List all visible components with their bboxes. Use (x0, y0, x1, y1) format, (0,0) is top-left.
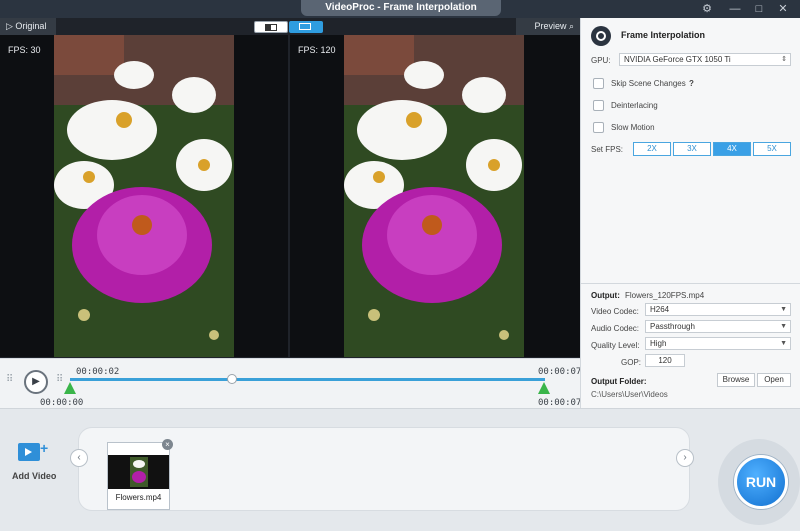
timeline-track[interactable] (70, 374, 545, 384)
trim-start-marker[interactable] (64, 382, 76, 394)
maximize-button[interactable]: □ (748, 0, 770, 18)
interpolated-panel: FPS: 120 (290, 35, 580, 357)
original-tab[interactable]: ▷ Original (0, 18, 56, 35)
preview-area: ▷ Original Preview ⌕ FPS: 30 FPS: 120 (0, 18, 580, 358)
chevron-down-icon: ▼ (780, 323, 787, 330)
quality-label: Quality Level: (591, 341, 640, 350)
gpu-label: GPU: (591, 56, 611, 65)
audio-codec-select[interactable]: Passthrough ▼ (645, 320, 791, 333)
close-button[interactable]: ✕ (772, 0, 794, 18)
output-file: Flowers_120FPS.mp4 (625, 291, 705, 300)
chevron-down-icon: ▼ (780, 306, 787, 313)
start-time: 00:00:00 (40, 398, 84, 408)
slow-motion-label: Slow Motion (611, 123, 655, 132)
deinterlacing-checkbox[interactable] (593, 100, 604, 111)
video-file-name: Flowers.mp4 (115, 493, 162, 502)
gop-input[interactable]: 120 (645, 354, 685, 367)
browse-button[interactable]: Browse (717, 373, 755, 387)
split-view-icon (299, 23, 311, 30)
film-reel-icon (591, 26, 611, 46)
close-icon[interactable]: × (162, 439, 173, 450)
audio-codec-label: Audio Codec: (591, 324, 640, 333)
video-codec-select[interactable]: H264 ▼ (645, 303, 791, 316)
gpu-value: NVIDIA GeForce GTX 1050 Ti (624, 55, 731, 64)
single-view-toggle[interactable] (254, 21, 288, 33)
output-path: C:\Users\User\Videos (591, 390, 668, 399)
deinterlacing-label: Deinterlacing (611, 101, 658, 110)
add-video-label[interactable]: Add Video (12, 471, 56, 481)
run-button[interactable]: RUN (734, 455, 788, 509)
split-view-toggle[interactable] (289, 21, 323, 33)
preview-label: Preview (534, 21, 567, 31)
original-frame-image (54, 35, 234, 357)
output-label: Output: (591, 291, 620, 300)
end-time-top: 00:00:07 (538, 367, 582, 377)
play-triangle-icon: ▷ (6, 21, 16, 31)
video-codec-label: Video Codec: (591, 307, 639, 316)
original-panel: FPS: 30 (0, 35, 288, 357)
fps-3x-button[interactable]: 3X (673, 142, 711, 156)
grip-left-icon[interactable]: ⠿ (6, 374, 16, 388)
chevron-left-icon[interactable]: ‹ (70, 449, 88, 467)
trim-end-marker[interactable] (538, 382, 550, 394)
video-codec-value: H264 (650, 305, 670, 314)
output-folder-label: Output Folder: (591, 377, 647, 386)
help-icon[interactable]: ? (689, 79, 694, 88)
slow-motion-checkbox[interactable] (593, 122, 604, 133)
settings-panel: Frame Interpolation GPU: NVIDIA GeForce … (580, 18, 800, 408)
fps-4x-button[interactable]: 4X (713, 142, 751, 156)
quality-value: High (650, 339, 667, 348)
quality-select[interactable]: High ▼ (645, 337, 791, 350)
single-view-icon (265, 24, 277, 31)
preview-tab[interactable]: Preview ⌕ (516, 18, 580, 35)
chevron-right-icon[interactable]: › (676, 449, 694, 467)
interpolated-frame-image (344, 35, 524, 357)
settings-title: Frame Interpolation (621, 30, 706, 40)
bottom-bar: + Add Video ‹ › Flowers.mp4 × RUN (0, 408, 800, 531)
add-video-icon[interactable]: + (18, 439, 50, 465)
original-label: Original (15, 21, 47, 31)
fps-5x-button[interactable]: 5X (753, 142, 791, 156)
fps-2x-button[interactable]: 2X (633, 142, 671, 156)
current-time: 00:00:02 (76, 367, 120, 377)
play-button[interactable]: ▶ (24, 370, 48, 394)
window-title: VideoProc - Frame Interpolation (301, 0, 501, 16)
chevron-down-icon: ▼ (780, 340, 787, 347)
playhead-knob[interactable] (226, 374, 237, 384)
skip-scene-checkbox[interactable] (593, 78, 604, 89)
set-fps-label: Set FPS: (591, 145, 624, 154)
minimize-button[interactable]: — (724, 0, 746, 18)
play-icon: ▶ (32, 376, 40, 387)
divider (581, 283, 800, 284)
timeline-progress (70, 378, 545, 381)
gpu-select[interactable]: NVIDIA GeForce GTX 1050 Ti ⇕ (619, 53, 791, 66)
video-thumbnail-card[interactable]: Flowers.mp4 (107, 442, 170, 510)
updown-icon: ⇕ (781, 56, 787, 63)
title-bar: VideoProc - Frame Interpolation ⚙ — □ ✕ (0, 0, 800, 18)
gear-icon[interactable]: ⚙ (696, 0, 718, 18)
audio-codec-value: Passthrough (650, 322, 695, 331)
open-button[interactable]: Open (757, 373, 791, 387)
interpolated-fps: FPS: 120 (298, 45, 336, 55)
skip-scene-label: Skip Scene Changes (611, 79, 686, 88)
end-time-bottom: 00:00:07 (538, 398, 582, 408)
timeline: ⠿ ▶ ⠿ 00:00:02 00:00:07 00:00:00 00:00:0… (0, 358, 582, 408)
original-fps: FPS: 30 (8, 45, 41, 55)
video-thumbnail-image (108, 455, 169, 489)
gop-label: GOP: (621, 358, 642, 367)
search-icon: ⌕ (566, 21, 574, 31)
